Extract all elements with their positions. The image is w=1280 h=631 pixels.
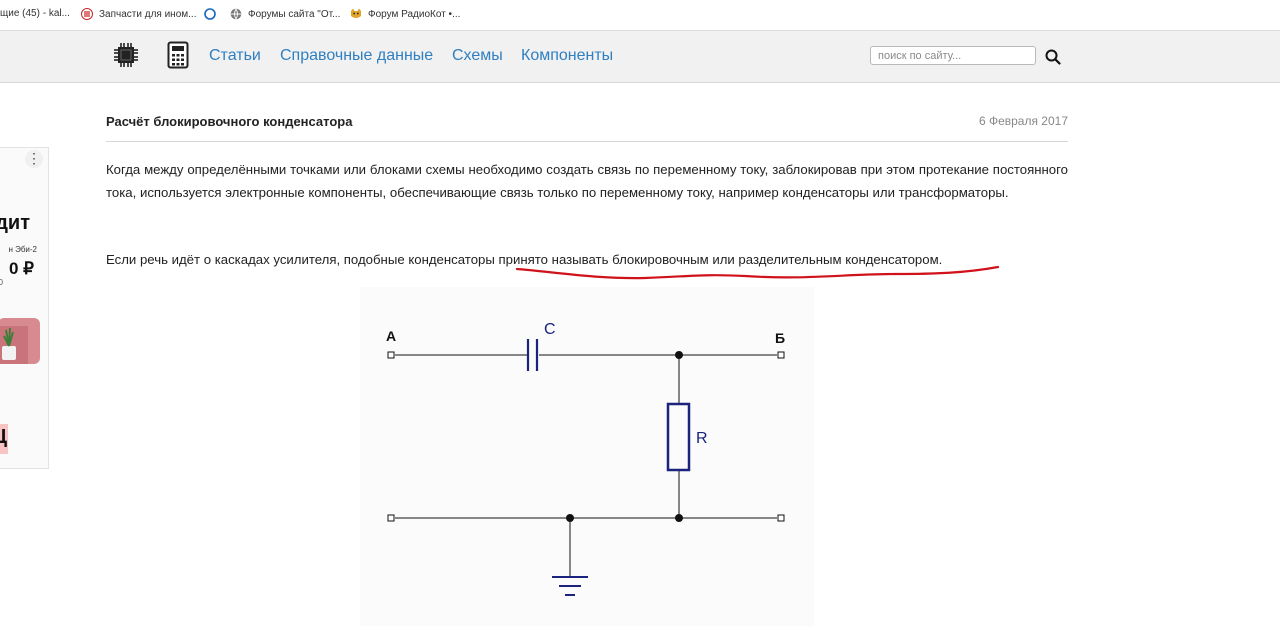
- search-input[interactable]: [870, 46, 1036, 65]
- nav-link-schemes[interactable]: Схемы: [452, 47, 503, 65]
- capacitor-symbol: [526, 339, 539, 371]
- more-options-icon[interactable]: ⋮: [25, 150, 43, 168]
- ad-headline: дит: [0, 212, 30, 234]
- terminal-a-bottom: [387, 514, 395, 522]
- handwritten-underline: [515, 265, 1000, 280]
- ad-subline: н Эби-2: [8, 245, 37, 254]
- ad-button[interactable]: Ц: [0, 424, 8, 454]
- bookmark-item[interactable]: Запчасти для ином...: [81, 8, 196, 20]
- junction-dot: [566, 514, 574, 522]
- nav-link-articles[interactable]: Статьи: [209, 47, 261, 65]
- bookmarks-bar: щие (45) - kal... Запчасти для ином... Ф…: [0, 0, 1280, 31]
- bookmark-item[interactable]: щие (45) - kal...: [0, 8, 70, 19]
- chip-logo-icon[interactable]: [113, 42, 139, 68]
- globe-icon: [230, 8, 242, 20]
- label-b: Б: [775, 330, 785, 346]
- site-favicon-icon: [81, 8, 93, 20]
- bookmark-label: Форумы сайта "От...: [248, 8, 341, 20]
- terminal-a-top: [387, 351, 395, 359]
- bookmark-item[interactable]: [204, 8, 222, 20]
- nav-link-reference-data[interactable]: Справочные данные: [280, 47, 433, 65]
- nav-link-components[interactable]: Компоненты: [521, 47, 613, 65]
- label-a: А: [386, 328, 396, 344]
- calculator-icon[interactable]: [167, 41, 189, 69]
- resistor-symbol: [666, 402, 691, 472]
- bookmark-label: щие (45) - kal...: [0, 8, 70, 19]
- junction-dot: [675, 514, 683, 522]
- article-title: Расчёт блокировочного конденсатора: [106, 114, 353, 129]
- bookmark-item[interactable]: Форумы сайта "От...: [230, 8, 340, 20]
- ad-product-image: [0, 318, 40, 364]
- bookmark-item[interactable]: Форум РадиоКот •...: [350, 8, 460, 20]
- circuit-diagram-svg: А Б C R: [386, 321, 785, 596]
- circuit-diagram: А Б C R: [360, 287, 814, 626]
- article-paragraph: Когда между определёнными точками или бл…: [106, 162, 1068, 200]
- terminal-b-bottom: [777, 514, 785, 522]
- search-icon[interactable]: [1045, 49, 1061, 65]
- ad-small-text: 0: [0, 278, 3, 287]
- ad-price: 0 ₽: [9, 259, 34, 278]
- cat-favicon-icon: [351, 8, 361, 18]
- ad-button-label: Ц: [0, 426, 7, 449]
- terminal-b-top: [777, 351, 785, 359]
- wires: [395, 354, 777, 576]
- site-favicon-icon: [204, 8, 216, 20]
- bookmark-label: Запчасти для ином...: [99, 8, 197, 20]
- advertisement[interactable]: ⋮ дит н Эби-2 0 ₽ 0 Ц: [0, 147, 49, 469]
- bookmark-label: Форум РадиоКот •...: [368, 8, 461, 20]
- ground-symbol: [552, 576, 588, 596]
- junction-dot: [675, 351, 683, 359]
- label-capacitor: C: [544, 321, 556, 338]
- article-date: 6 Февраля 2017: [978, 114, 1068, 128]
- label-resistor: R: [696, 430, 708, 447]
- site-header: Статьи Справочные данные Схемы Компонент…: [0, 31, 1280, 83]
- title-divider: [106, 141, 1068, 142]
